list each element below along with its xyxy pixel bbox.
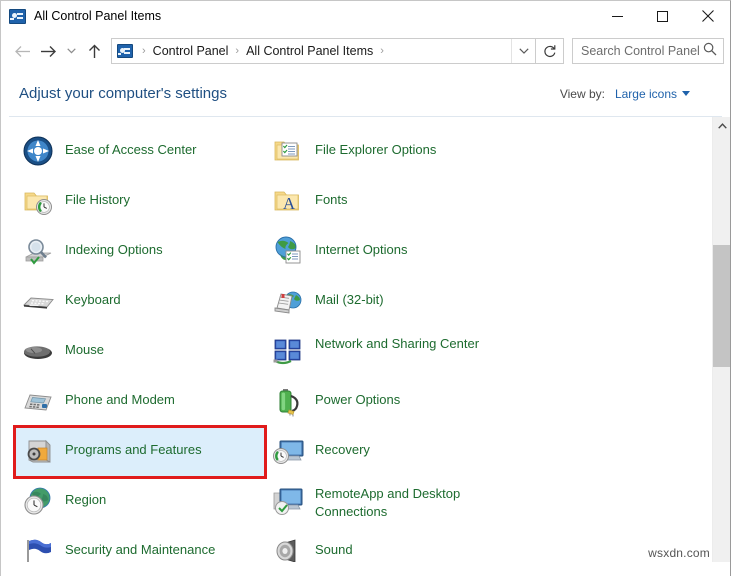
item-label: RemoteApp and Desktop Connections [315,484,505,521]
item-label: Keyboard [65,284,121,309]
window-controls [595,1,730,31]
item-label: Internet Options [315,234,408,259]
item-label: Recovery [315,434,370,459]
fonts-icon: A [271,184,305,218]
control-panel-item-indexing-options[interactable]: Indexing Options [15,227,265,277]
scrollbar-thumb[interactable] [713,245,730,367]
items-column-left: Ease of Access Center [15,127,265,562]
search-placeholder: Search Control Panel [581,44,703,58]
item-label: File Explorer Options [315,134,436,159]
region-icon [21,484,55,518]
control-panel-item-internet-options[interactable]: Internet Options [265,227,515,277]
scroll-up-icon[interactable] [713,117,730,135]
breadcrumb-separator: › [230,45,244,57]
search-input[interactable]: Search Control Panel [572,38,724,64]
header-strip: Adjust your computer's settings View by:… [1,71,730,116]
remoteapp-and-desktop-connections-icon [271,484,305,518]
up-button[interactable] [81,38,107,64]
keyboard-icon [21,284,55,318]
close-button[interactable] [685,1,730,31]
item-label: Network and Sharing Center [315,334,479,353]
title-bar: All Control Panel Items [1,1,730,31]
svg-text:A: A [283,194,296,213]
item-label: Power Options [315,384,400,409]
navigation-bar: › Control Panel › All Control Panel Item… [1,31,730,71]
scrollbar-track[interactable] [713,135,730,562]
breadcrumb-all-control-panel-items[interactable]: All Control Panel Items [244,44,375,58]
item-label: Mail (32-bit) [315,284,384,309]
control-panel-item-file-explorer-options[interactable]: File Explorer Options [265,127,515,177]
mouse-icon [21,334,55,368]
minimize-button[interactable] [595,1,640,31]
indexing-options-icon [21,234,55,268]
window-title: All Control Panel Items [34,9,161,23]
view-by-label: View by: [560,87,605,101]
watermark: wsxdn.com [648,546,710,560]
control-panel-item-fonts[interactable]: A Fonts [265,177,515,227]
search-icon[interactable] [703,42,717,61]
control-panel-item-power-options[interactable]: Power Options [265,377,515,427]
control-panel-item-region[interactable]: Region [15,477,265,527]
view-by-control[interactable]: View by: Large icons [560,87,712,101]
item-label: Fonts [315,184,348,209]
forward-button[interactable] [35,38,61,64]
control-panel-item-recovery[interactable]: Recovery [265,427,515,477]
ease-of-access-icon [21,134,55,168]
item-label: Sound [315,534,353,559]
item-label: Ease of Access Center [65,134,197,159]
internet-options-icon [271,234,305,268]
view-by-value[interactable]: Large icons [615,87,677,101]
mail-icon [271,284,305,318]
items-column-right: File Explorer Options A Fonts [265,127,515,562]
recovery-icon [271,434,305,468]
control-panel-item-mouse[interactable]: Mouse [15,327,265,377]
item-label: Region [65,484,106,509]
item-label: Indexing Options [65,234,163,259]
control-panel-item-ease-of-access-center[interactable]: Ease of Access Center [15,127,265,177]
vertical-scrollbar[interactable] [712,117,730,562]
breadcrumb-separator: › [137,45,151,57]
item-label: Security and Maintenance [65,534,215,559]
breadcrumb-control-panel[interactable]: Control Panel [151,44,231,58]
chevron-down-icon[interactable] [682,91,690,96]
address-dropdown-button[interactable] [511,39,535,63]
refresh-button[interactable] [536,38,564,64]
page-title: Adjust your computer's settings [19,85,227,102]
items-columns: Ease of Access Center [1,117,712,562]
control-panel-item-security-and-maintenance[interactable]: Security and Maintenance [15,527,265,562]
control-panel-item-keyboard[interactable]: Keyboard [15,277,265,327]
item-label: Mouse [65,334,104,359]
control-panel-item-phone-and-modem[interactable]: Phone and Modem [15,377,265,427]
item-label: Phone and Modem [65,384,175,409]
control-panel-window: All Control Panel Items [0,0,731,576]
file-history-icon [21,184,55,218]
control-panel-item-file-history[interactable]: File History [15,177,265,227]
control-panel-item-remoteapp-and-desktop-connections[interactable]: RemoteApp and Desktop Connections [265,477,515,527]
address-bar[interactable]: › Control Panel › All Control Panel Item… [111,38,536,64]
programs-and-features-icon [21,434,55,468]
control-panel-item-mail[interactable]: Mail (32-bit) [265,277,515,327]
item-label: Programs and Features [65,434,202,459]
control-panel-item-network-and-sharing-center[interactable]: Network and Sharing Center [265,327,515,377]
phone-and-modem-icon [21,384,55,418]
address-control-panel-icon [117,44,133,58]
security-and-maintenance-icon [21,534,55,562]
back-button[interactable] [9,38,35,64]
control-panel-icon [9,9,26,24]
items-content-area: Ease of Access Center [1,117,730,562]
maximize-button[interactable] [640,1,685,31]
power-options-icon [271,384,305,418]
control-panel-item-programs-and-features[interactable]: Programs and Features [15,427,265,477]
sound-icon [271,534,305,562]
item-label: File History [65,184,130,209]
recent-locations-button[interactable] [61,38,81,64]
file-explorer-options-icon [271,134,305,168]
network-and-sharing-center-icon [271,334,305,368]
breadcrumb-separator: › [375,45,389,57]
control-panel-item-sound[interactable]: Sound [265,527,515,562]
